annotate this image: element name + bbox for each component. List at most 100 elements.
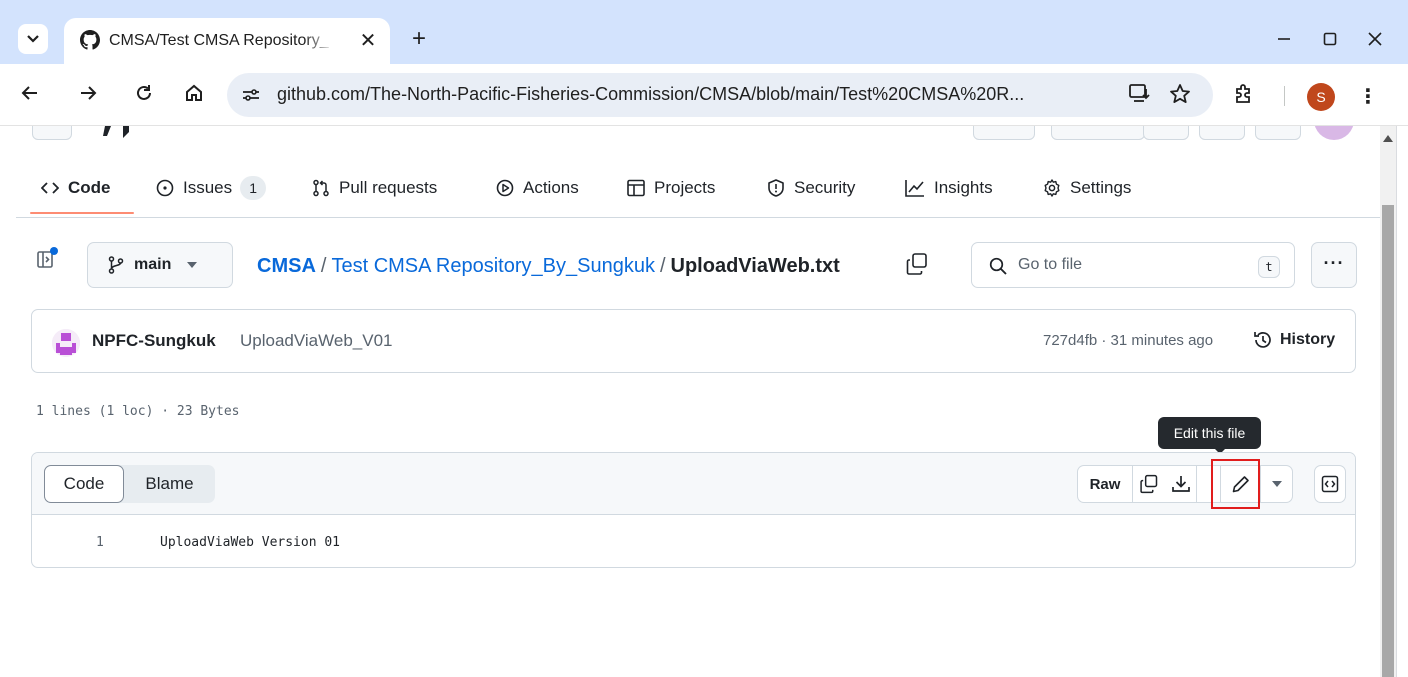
- file-tree-toggle[interactable]: [36, 246, 64, 282]
- view-toggle: Code Blame: [44, 465, 215, 503]
- tab-insights[interactable]: Insights: [905, 166, 993, 210]
- home-icon: [186, 84, 202, 101]
- reload-icon: [137, 85, 151, 100]
- browser-menu-icon[interactable]: ⋮: [1356, 82, 1380, 112]
- caret-down-icon: [1272, 481, 1282, 487]
- gear-icon: [1044, 179, 1060, 197]
- tab-pull-requests[interactable]: Pull requests: [312, 166, 437, 210]
- tab-actions[interactable]: Actions: [496, 166, 579, 210]
- go-to-file-placeholder: Go to file: [1018, 256, 1083, 273]
- close-icon: [1368, 32, 1382, 46]
- tab-issues[interactable]: Issues 1: [156, 166, 267, 210]
- header-create-button[interactable]: [1143, 126, 1189, 140]
- latest-commit-box: NPFC-Sungkuk UploadViaWeb_V01 727d4fb · …: [31, 309, 1356, 373]
- keyboard-shortcut-hint: t: [1258, 256, 1280, 278]
- commit-message-link[interactable]: UploadViaWeb_V01: [240, 331, 393, 351]
- home-button[interactable]: [180, 81, 208, 109]
- raw-button[interactable]: Raw: [1078, 466, 1133, 502]
- file-stats: 1 lines (1 loc) · 23 Bytes: [36, 404, 240, 419]
- go-to-file-input[interactable]: Go to file t: [971, 242, 1295, 288]
- header-pulls-button[interactable]: [1255, 126, 1301, 140]
- line-number[interactable]: 1: [96, 535, 104, 550]
- tab-projects[interactable]: Projects: [627, 166, 715, 210]
- shield-icon: [768, 179, 784, 197]
- browser-tab-active[interactable]: CMSA/Test CMSA Repository_B ✕: [64, 18, 390, 64]
- breadcrumb-folder-link[interactable]: Test CMSA Repository_By_Sungkuk: [331, 255, 655, 277]
- reload-button[interactable]: [130, 81, 158, 109]
- extensions-puzzle-icon[interactable]: [1232, 82, 1256, 111]
- commit-sha-time[interactable]: 727d4fb · 31 minutes ago: [1043, 332, 1213, 349]
- commit-author-link[interactable]: NPFC-Sungkuk: [92, 331, 216, 351]
- graph-icon: [905, 180, 924, 197]
- browser-tab-strip: CMSA/Test CMSA Repository_B ✕ +: [0, 0, 1408, 64]
- repo-navigation: Code Issues 1 Pull requests Actions Proj…: [16, 166, 1380, 214]
- back-button[interactable]: [16, 81, 44, 109]
- file-actions-group: Raw: [1077, 465, 1293, 503]
- maximize-icon: [1323, 32, 1337, 46]
- branch-name: main: [134, 256, 172, 273]
- blame-view-button[interactable]: Blame: [124, 465, 215, 503]
- minimize-icon: [1278, 38, 1290, 40]
- forward-button[interactable]: [74, 81, 102, 109]
- breadcrumb: CMSA / Test CMSA Repository_By_Sungkuk / Upl…: [257, 255, 840, 277]
- code-square-icon: [1321, 475, 1339, 493]
- copy-icon: [906, 253, 927, 275]
- author-avatar[interactable]: [52, 329, 80, 357]
- page-viewport: Code Issues 1 Pull requests Actions Proj…: [16, 126, 1380, 677]
- pull-request-icon: [313, 179, 329, 197]
- history-button[interactable]: History: [1253, 330, 1335, 350]
- url-text: github.com/The-North-Pacific-Fisheries-C…: [277, 84, 1025, 104]
- download-raw-button[interactable]: [1165, 466, 1197, 502]
- tab-settings[interactable]: Settings: [1043, 166, 1131, 210]
- address-bar[interactable]: github.com/The-North-Pacific-Fisheries-C…: [227, 73, 1213, 117]
- scrollbar-thumb[interactable]: [1382, 205, 1394, 677]
- edit-options-dropdown[interactable]: [1261, 466, 1293, 502]
- copy-path-button[interactable]: [905, 252, 933, 280]
- header-copilot-button[interactable]: [1051, 126, 1145, 140]
- edit-tooltip: Edit this file: [1158, 417, 1261, 449]
- site-info-icon[interactable]: [237, 81, 265, 109]
- github-logo-partial-icon: [103, 126, 129, 138]
- selected-tab-indicator: [30, 212, 134, 214]
- install-app-icon[interactable]: [1127, 83, 1153, 109]
- table-icon: [627, 179, 645, 197]
- code-icon: [41, 182, 59, 194]
- more-options-button[interactable]: ···: [1311, 242, 1357, 288]
- download-icon: [1171, 476, 1190, 492]
- file-viewer: Code Blame Raw 1 UploadViaWeb Version 01: [31, 452, 1356, 568]
- header-menu-button[interactable]: [32, 126, 72, 140]
- code-line: 1 UploadViaWeb Version 01: [32, 515, 1355, 567]
- code-view-button[interactable]: Code: [44, 465, 124, 503]
- git-branch-icon: [108, 256, 124, 274]
- bookmark-star-icon[interactable]: [1167, 83, 1193, 109]
- edit-button-highlight: [1211, 459, 1260, 509]
- header-search-button[interactable]: [973, 126, 1035, 140]
- tab-search-button[interactable]: [18, 24, 48, 54]
- caret-down-icon: [187, 262, 198, 268]
- search-icon: [989, 257, 1007, 275]
- profile-avatar[interactable]: S: [1307, 83, 1335, 111]
- tab-close-icon[interactable]: ✕: [356, 29, 380, 53]
- copy-raw-button[interactable]: [1133, 466, 1165, 502]
- breadcrumb-repo-link[interactable]: CMSA: [257, 255, 316, 277]
- history-icon: [1254, 332, 1271, 348]
- line-content: UploadViaWeb Version 01: [160, 535, 341, 550]
- tab-title: CMSA/Test CMSA Repository_B: [109, 32, 329, 49]
- minimize-button[interactable]: [1264, 22, 1304, 56]
- chevron-down-icon: [27, 35, 39, 43]
- scroll-up-arrow-icon[interactable]: [1383, 135, 1393, 142]
- header-issues-button[interactable]: [1199, 126, 1245, 140]
- issues-count-badge: 1: [240, 176, 267, 200]
- tab-security[interactable]: Security: [767, 166, 855, 210]
- new-tab-button[interactable]: +: [404, 24, 434, 54]
- symbols-panel-button[interactable]: [1314, 465, 1346, 503]
- copy-icon: [1140, 474, 1158, 494]
- branch-selector[interactable]: main: [87, 242, 233, 288]
- tab-code[interactable]: Code: [41, 166, 111, 210]
- user-avatar[interactable]: [1314, 126, 1354, 140]
- close-window-button[interactable]: [1355, 22, 1395, 56]
- arrow-right-icon: [81, 86, 97, 100]
- maximize-button[interactable]: [1310, 22, 1350, 56]
- play-icon: [496, 179, 514, 197]
- github-logo-icon: [80, 30, 100, 50]
